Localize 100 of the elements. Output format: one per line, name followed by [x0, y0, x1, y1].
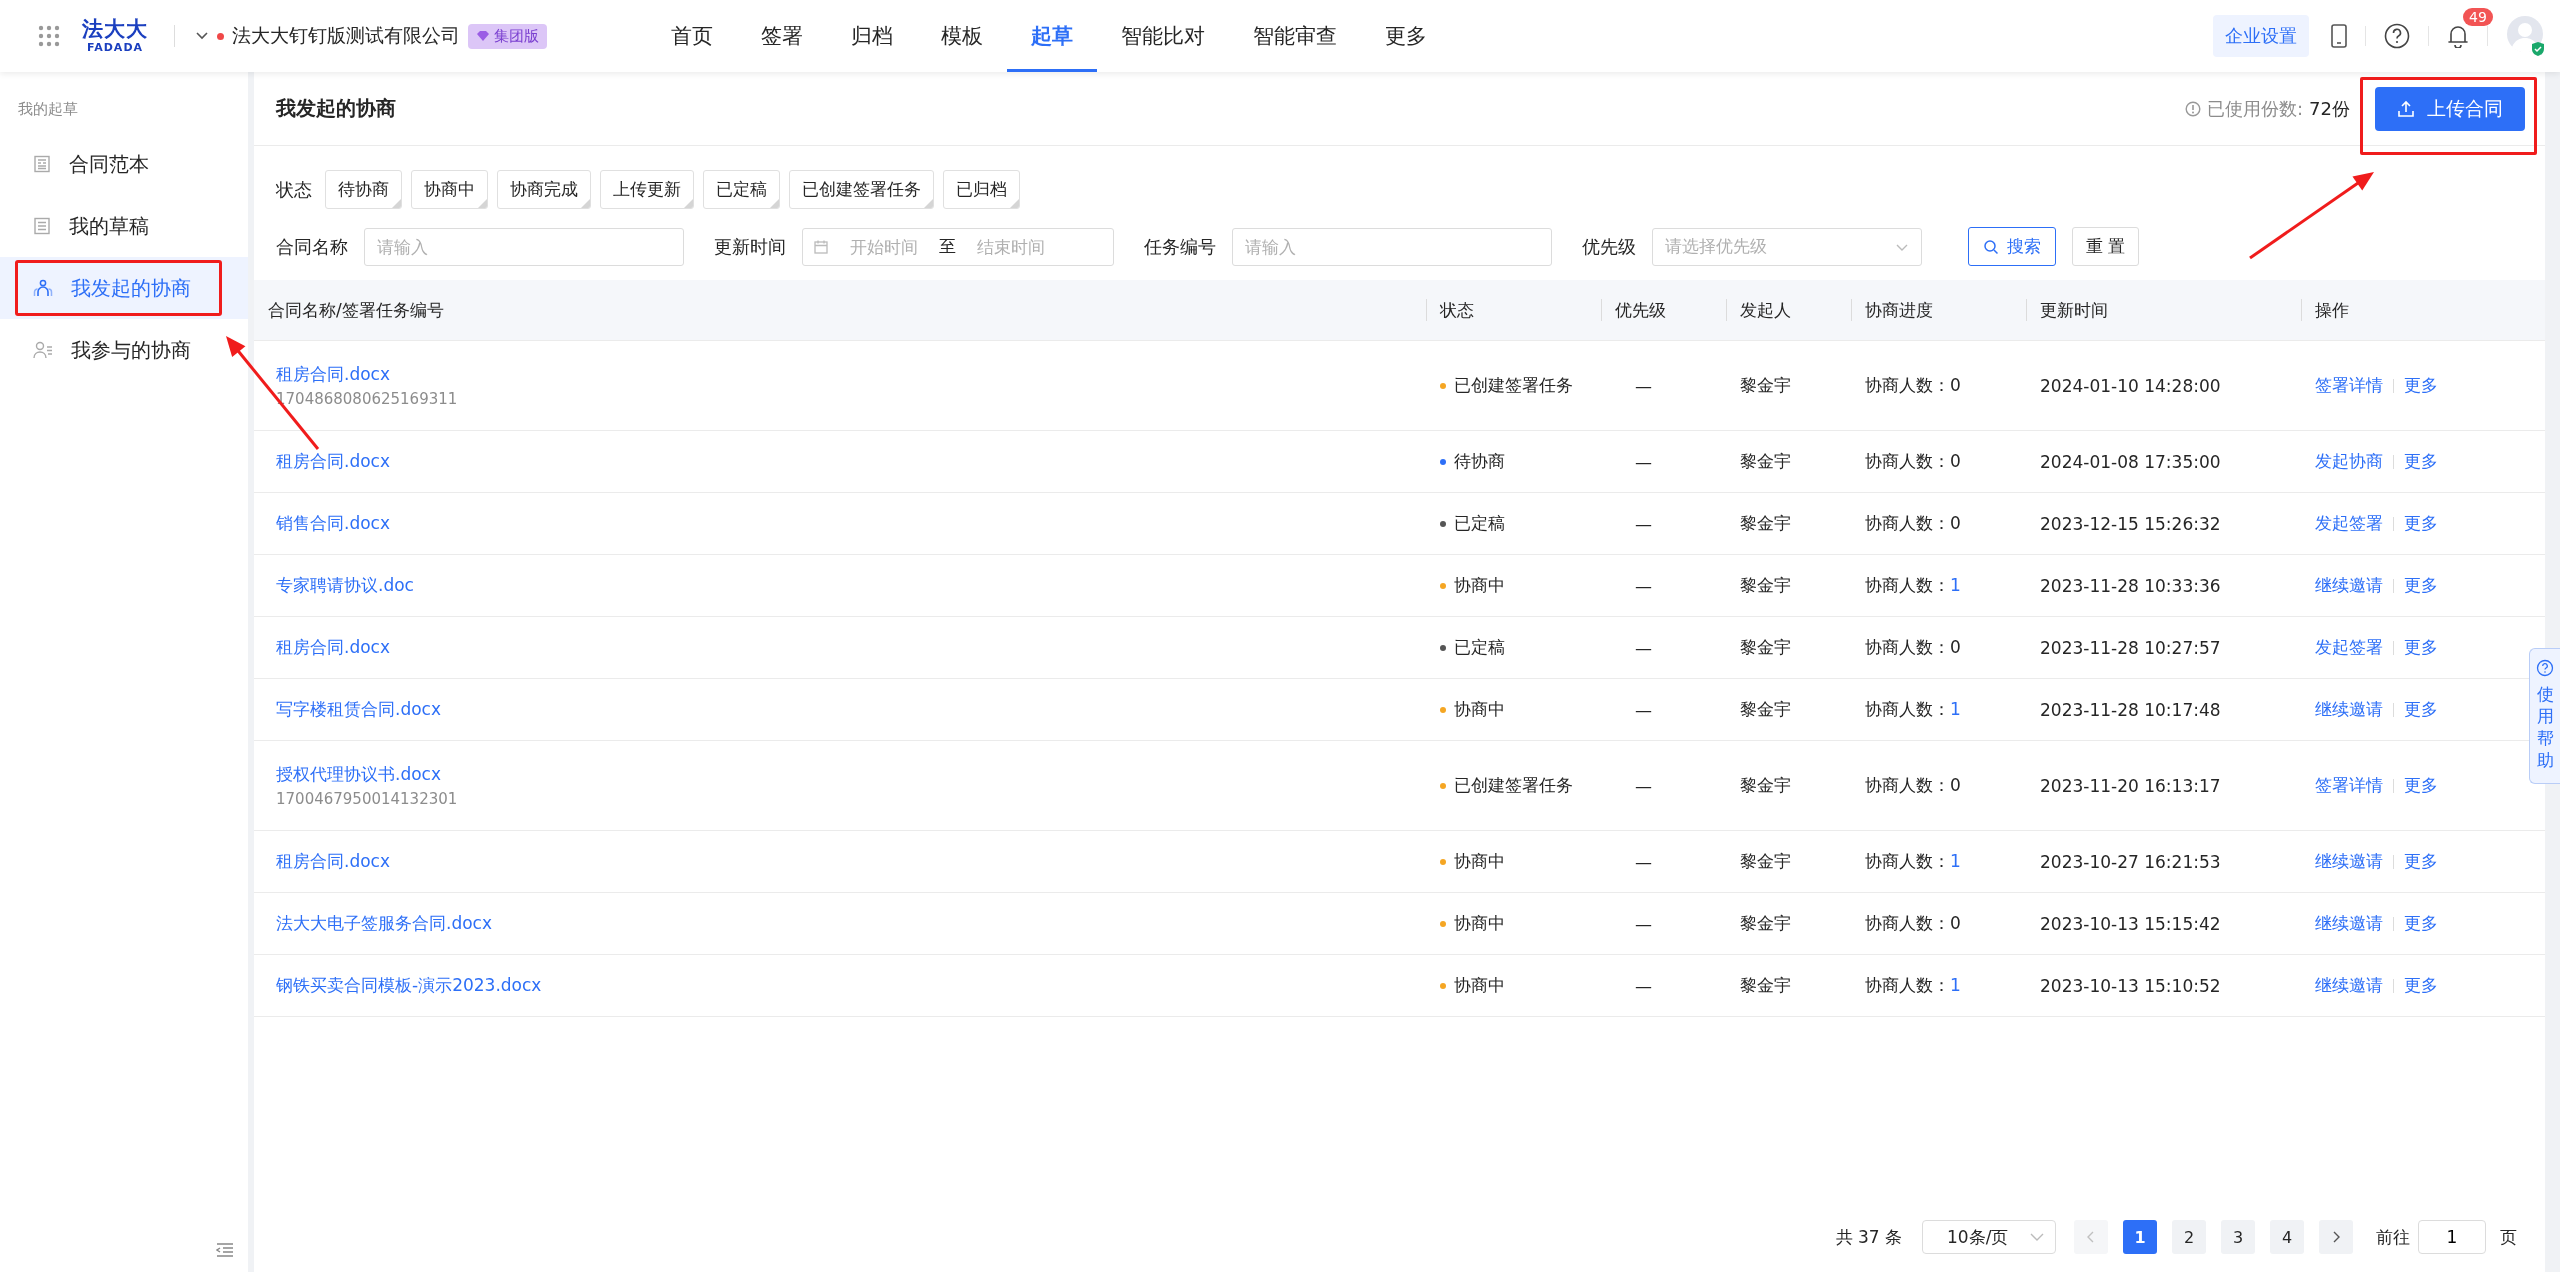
contract-name-link[interactable]: 租房合同.docx — [276, 363, 1426, 386]
table-cell-text: 2023-12-15 15:26:32 — [2039, 513, 2222, 534]
status-filter-chip[interactable]: 待协商 — [325, 170, 402, 209]
status-filter-chip[interactable]: 协商中 — [411, 170, 488, 209]
page-number-field[interactable]: 1 — [2418, 1220, 2486, 1254]
person-list-icon — [33, 341, 53, 359]
action-link[interactable]: 继续邀请 — [2315, 574, 2383, 597]
progress-label: 协商人数： — [1865, 851, 1950, 871]
table-cell-text: — — [1634, 699, 1653, 720]
contract-name-link[interactable]: 写字楼租赁合同.docx — [276, 698, 1426, 721]
bell-icon[interactable] — [2447, 24, 2469, 48]
action-link[interactable]: 更多 — [2404, 512, 2438, 535]
progress-label: 协商人数： — [1865, 451, 1950, 471]
nav-tab[interactable]: 签署 — [737, 0, 827, 72]
action-link[interactable]: 继续邀请 — [2315, 698, 2383, 721]
action-link[interactable]: 更多 — [2404, 574, 2438, 597]
edition-badge: 集团版 — [468, 23, 547, 49]
contract-name-link[interactable]: 专家聘请协议.doc — [276, 574, 1426, 597]
contract-name-link[interactable]: 租房合同.docx — [276, 636, 1426, 659]
mobile-phone-icon[interactable] — [2331, 24, 2347, 48]
action-link[interactable]: 发起签署 — [2315, 512, 2383, 535]
participant-count: 0 — [1950, 451, 1961, 471]
nav-tab[interactable]: 更多 — [1361, 0, 1451, 72]
table-cell-text: 黎金宇 — [1739, 512, 1792, 535]
progress-label: 协商人数： — [1865, 575, 1950, 595]
action-link[interactable]: 继续邀请 — [2315, 850, 2383, 873]
action-link[interactable]: 继续邀请 — [2315, 974, 2383, 997]
column-header: 发起人 — [1726, 299, 1851, 321]
nav-tab[interactable]: 首页 — [647, 0, 737, 72]
action-link[interactable]: 发起签署 — [2315, 636, 2383, 659]
table-cell-text: 2024-01-10 14:28:00 — [2039, 375, 2222, 396]
help-icon[interactable] — [2384, 23, 2410, 49]
page-button[interactable]: 4 — [2270, 1220, 2304, 1254]
nav-tab[interactable]: 归档 — [827, 0, 917, 72]
collapse-menu-icon[interactable] — [216, 1242, 234, 1258]
column-header: 协商进度 — [1851, 299, 2026, 321]
company-name[interactable]: 法大大钉钉版测试有限公司 — [232, 23, 460, 49]
participant-count[interactable]: 1 — [1950, 851, 1961, 871]
nav-tab[interactable]: 智能比对 — [1097, 0, 1229, 72]
participant-count[interactable]: 1 — [1950, 699, 1961, 719]
user-avatar-icon[interactable] — [2506, 15, 2546, 57]
progress-label: 协商人数： — [1865, 513, 1950, 533]
enterprise-settings-button[interactable]: 企业设置 — [2213, 15, 2309, 57]
table-cell-text: 2023-11-28 10:27:57 — [2039, 637, 2222, 658]
page-button[interactable]: 1 — [2123, 1220, 2157, 1254]
reset-button[interactable]: 重 置 — [2072, 227, 2140, 266]
input-field[interactable]: 请输入 — [1232, 227, 1552, 266]
action-link[interactable]: 更多 — [2404, 850, 2438, 873]
page-size-select[interactable]: 10条/页 — [1922, 1220, 2056, 1254]
help-side-tab[interactable]: 使用帮助 — [2529, 648, 2560, 785]
participant-count[interactable]: 1 — [1950, 575, 1961, 595]
action-link[interactable]: 更多 — [2404, 698, 2438, 721]
action-link[interactable]: 继续邀请 — [2315, 912, 2383, 935]
search-button[interactable]: 搜索 — [1968, 227, 2056, 266]
contract-name-link[interactable]: 租房合同.docx — [276, 450, 1426, 473]
input-field[interactable]: 请输入 — [364, 227, 684, 266]
contract-name-link[interactable]: 法大大电子签服务合同.docx — [276, 912, 1426, 935]
status-filter-chip[interactable]: 已创建签署任务 — [789, 170, 934, 209]
column-header: 优先级 — [1601, 299, 1726, 321]
action-link[interactable]: 签署详情 — [2315, 774, 2383, 797]
nav-tab[interactable]: 智能审查 — [1229, 0, 1361, 72]
table-cell-text: — — [1634, 513, 1653, 534]
status-filter-chip[interactable]: 已归档 — [943, 170, 1020, 209]
status-filter-chip[interactable]: 上传更新 — [600, 170, 694, 209]
action-link[interactable]: 更多 — [2404, 774, 2438, 797]
range-separator: 至 — [939, 235, 956, 258]
filter-label: 优先级 — [1582, 234, 1636, 259]
action-link[interactable]: 更多 — [2404, 912, 2438, 935]
status-filter-chip[interactable]: 协商完成 — [497, 170, 591, 209]
sidebar-item[interactable]: 我的草稿 — [0, 195, 248, 257]
upload-contract-button[interactable]: 上传合同 — [2375, 86, 2525, 131]
action-link[interactable]: 更多 — [2404, 450, 2438, 473]
filter-label: 任务编号 — [1144, 234, 1216, 259]
status-filter-chip[interactable]: 已定稿 — [703, 170, 780, 209]
sidebar-item[interactable]: 合同范本 — [0, 133, 248, 195]
sidebar-item[interactable]: 我参与的协商 — [0, 319, 248, 381]
task-number: 1700467950014132301 — [276, 790, 459, 808]
company-logo[interactable]: 法大大 FADADA — [82, 19, 148, 53]
contract-name-link[interactable]: 钢铁买卖合同模板-演示2023.docx — [276, 974, 1426, 997]
contract-name-link[interactable]: 销售合同.docx — [276, 512, 1426, 535]
page-button[interactable]: 2 — [2172, 1220, 2206, 1254]
contract-name-link[interactable]: 授权代理协议书.docx — [276, 763, 1426, 786]
apps-grid-icon[interactable] — [38, 25, 60, 47]
nav-tab[interactable]: 模板 — [917, 0, 1007, 72]
action-link[interactable]: 发起协商 — [2315, 450, 2383, 473]
page-button[interactable]: 3 — [2221, 1220, 2255, 1254]
date-range-field[interactable]: 开始时间 至 结束时间 — [802, 227, 1114, 266]
sidebar-item[interactable]: 我发起的协商 — [0, 257, 248, 319]
table-cell-text: 黎金宇 — [1739, 450, 1792, 473]
status-text: 已创建签署任务 — [1454, 774, 1573, 797]
action-link[interactable]: 更多 — [2404, 636, 2438, 659]
column-header: 操作 — [2301, 299, 2545, 321]
action-link[interactable]: 更多 — [2404, 974, 2438, 997]
participant-count[interactable]: 1 — [1950, 975, 1961, 995]
table-cell-text: 黎金宇 — [1739, 574, 1792, 597]
table-cell-text: — — [1634, 975, 1653, 996]
contract-name-link[interactable]: 租房合同.docx — [276, 850, 1426, 873]
action-link[interactable]: 签署详情 — [2315, 374, 2383, 397]
status-dot — [217, 32, 224, 40]
action-link[interactable]: 更多 — [2404, 374, 2438, 397]
